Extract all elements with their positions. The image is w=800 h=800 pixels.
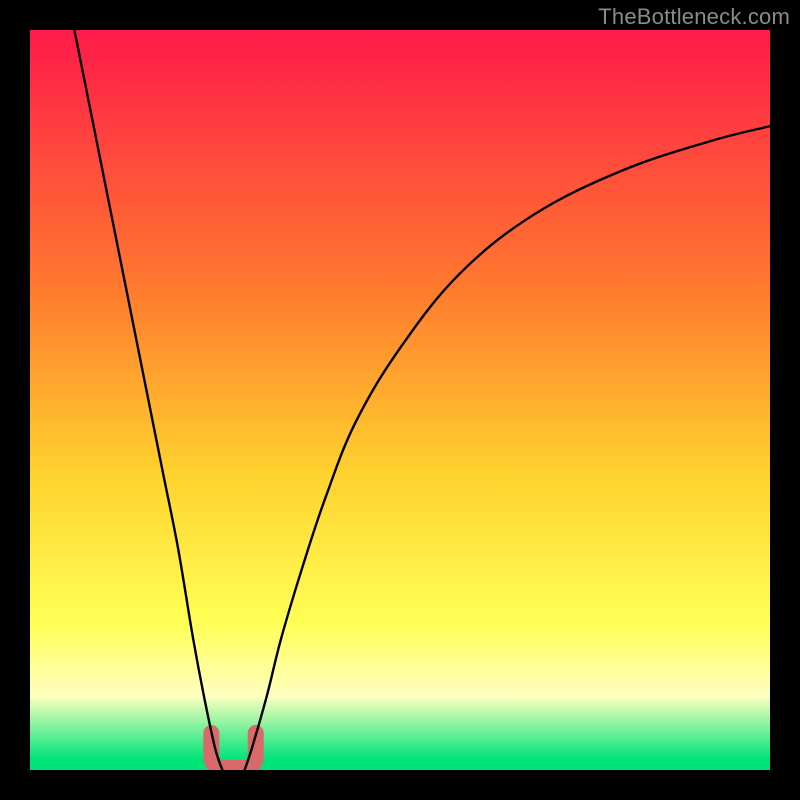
watermark-text: TheBottleneck.com: [598, 4, 790, 30]
bottleneck-marker: [211, 733, 255, 768]
curve-left-branch: [74, 30, 222, 770]
curve-right-branch: [245, 126, 770, 770]
curve-layer: [30, 30, 770, 770]
chart-frame: TheBottleneck.com: [0, 0, 800, 800]
plot-area: [30, 30, 770, 770]
